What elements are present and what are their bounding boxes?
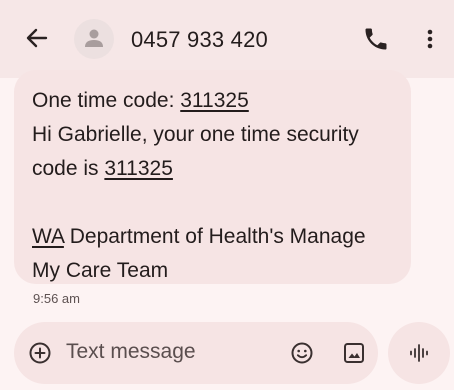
message-line: Hi Gabrielle, your one time security [32, 123, 359, 146]
contact-number[interactable]: 0457 933 420 [131, 27, 268, 53]
image-icon [344, 343, 364, 363]
emoji-icon [291, 342, 313, 364]
message-line: code is 311325 [32, 152, 393, 186]
voice-message-button[interactable] [388, 322, 450, 384]
conversation-header: 0457 933 420 [0, 0, 454, 78]
back-button[interactable] [22, 23, 52, 53]
message-text: code is [32, 157, 105, 180]
message-text: One time code: [32, 89, 181, 112]
emoji-button[interactable] [290, 341, 314, 365]
code-link[interactable]: 311325 [180, 89, 249, 112]
message-text: Department of Health's Manage [63, 225, 366, 248]
code-link[interactable]: 311325 [104, 157, 173, 180]
message-bubble[interactable]: One time code: 311325 Hi Gabrielle, your… [14, 70, 411, 284]
call-button[interactable] [362, 25, 390, 53]
arrow-back-icon [26, 28, 48, 48]
wa-link[interactable]: WA [32, 225, 64, 248]
message-line: My Care Team [32, 259, 169, 282]
phone-icon [365, 28, 387, 50]
message-timestamp: 9:56 am [33, 291, 80, 306]
voice-waveform-icon [410, 344, 428, 362]
gallery-button[interactable] [342, 341, 366, 365]
contact-avatar[interactable] [74, 19, 114, 59]
compose-bar [14, 322, 378, 384]
more-options-button[interactable] [420, 25, 440, 53]
more-vert-icon [427, 29, 433, 49]
add-attachment-button[interactable] [28, 341, 52, 365]
message-line: One time code: 311325 [32, 84, 393, 118]
add-circle-icon [29, 342, 51, 364]
message-line: WA Department of Health's Manage [32, 220, 393, 254]
message-input[interactable] [66, 340, 266, 364]
person-icon [85, 29, 103, 47]
